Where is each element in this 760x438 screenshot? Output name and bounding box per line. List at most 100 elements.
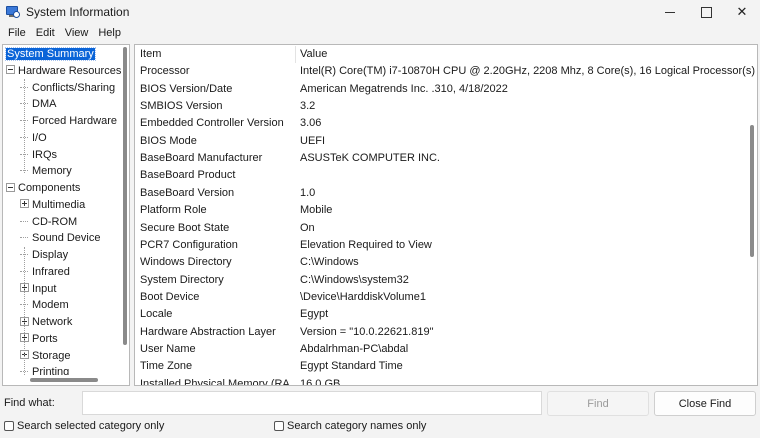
tree-item[interactable]: System Summary bbox=[5, 46, 96, 62]
tree-horizontal-scrollbar[interactable] bbox=[3, 375, 121, 385]
checkbox-box[interactable] bbox=[4, 421, 14, 431]
table-row[interactable]: Boot Device \Device\HarddiskVolume1 bbox=[135, 289, 745, 306]
close-find-button[interactable]: Close Find bbox=[654, 391, 756, 416]
row-item: SMBIOS Version bbox=[140, 100, 223, 113]
tree-connector bbox=[24, 79, 25, 173]
maximize-button[interactable] bbox=[688, 0, 724, 24]
system-info-icon bbox=[6, 5, 20, 19]
row-value: C:\Windows\system32 bbox=[300, 273, 409, 286]
tree-item[interactable]: Display bbox=[20, 247, 69, 263]
tree-item-label: Input bbox=[32, 282, 57, 295]
row-item: Time Zone bbox=[140, 360, 193, 373]
tree-item-label: Infrared bbox=[32, 265, 70, 278]
tree-item[interactable]: Ports bbox=[20, 331, 59, 347]
scrollbar-thumb[interactable] bbox=[123, 47, 127, 345]
table-row[interactable]: BIOS Mode UEFI bbox=[135, 133, 745, 150]
row-value: Intel(R) Core(TM) i7-10870H CPU @ 2.20GH… bbox=[300, 65, 755, 78]
table-row[interactable]: SMBIOS Version 3.2 bbox=[135, 98, 745, 115]
table-row[interactable]: Processor Intel(R) Core(TM) i7-10870H CPU… bbox=[135, 63, 755, 80]
table-row[interactable]: BIOS Version/Date American Megatrends Inc… bbox=[135, 81, 745, 98]
details-list[interactable]: Item Value Processor Intel(R) Core(TM) i7-1… bbox=[134, 44, 758, 386]
tree-item-label: CD-ROM bbox=[32, 215, 78, 228]
tree-item[interactable]: Memory bbox=[20, 163, 73, 179]
search-names-checkbox[interactable]: Search category names only bbox=[274, 420, 426, 432]
column-header-value: Value bbox=[300, 48, 328, 60]
scrollbar-thumb[interactable] bbox=[30, 378, 98, 382]
tree-item[interactable]: Modem bbox=[20, 297, 70, 313]
table-row[interactable]: Locale Egypt bbox=[135, 306, 745, 323]
table-row[interactable]: Time Zone Egypt Standard Time bbox=[135, 358, 745, 375]
find-input[interactable] bbox=[82, 391, 542, 415]
table-row[interactable]: Secure Boot State On bbox=[135, 220, 745, 237]
row-item: BIOS Version/Date bbox=[140, 82, 233, 95]
tree-vertical-scrollbar[interactable] bbox=[121, 45, 129, 375]
row-value: UEFI bbox=[300, 134, 326, 147]
tree-item[interactable]: Network bbox=[20, 314, 73, 330]
table-row[interactable]: System Directory C:\Windows\system32 bbox=[135, 272, 745, 289]
row-item: BIOS Mode bbox=[140, 134, 197, 147]
row-item: Windows Directory bbox=[140, 256, 232, 269]
tree-item-label: IRQs bbox=[32, 148, 58, 161]
tree-item[interactable]: Conflicts/Sharing bbox=[20, 80, 116, 96]
close-window-button[interactable]: ✕ bbox=[724, 0, 760, 24]
tree-item[interactable]: DMA bbox=[20, 96, 57, 112]
table-row[interactable]: Platform Role Mobile bbox=[135, 202, 745, 219]
collapse-icon[interactable] bbox=[6, 182, 15, 192]
table-row[interactable]: BaseBoard Manufacturer ASUSTeK COMPUTER I… bbox=[135, 150, 745, 167]
table-row[interactable]: BaseBoard Product bbox=[135, 167, 745, 184]
window-title: System Information bbox=[26, 5, 130, 19]
search-selected-checkbox[interactable]: Search selected category only bbox=[4, 420, 164, 432]
row-item: Embedded Controller Version bbox=[140, 117, 284, 130]
tree-connector bbox=[24, 247, 25, 385]
row-item: Processor bbox=[140, 65, 190, 78]
row-item: Installed Physical Memory (RA bbox=[140, 377, 290, 386]
tree-item-label: Memory bbox=[32, 165, 72, 178]
table-row[interactable]: Windows Directory C:\Windows bbox=[135, 254, 745, 271]
tree-item-label: I/O bbox=[32, 131, 47, 144]
table-row[interactable]: User Name Abdalrhman-PC\abdal bbox=[135, 341, 745, 358]
table-row[interactable]: PCR7 Configuration Elevation Required to … bbox=[135, 237, 745, 254]
menu-file[interactable]: File bbox=[3, 27, 31, 39]
table-row[interactable]: Embedded Controller Version 3.06 bbox=[135, 115, 745, 132]
tree-item[interactable]: Infrared bbox=[20, 264, 71, 280]
menu-view[interactable]: View bbox=[60, 27, 94, 39]
row-value: ASUSTeK COMPUTER INC. bbox=[300, 152, 440, 165]
tree-item[interactable]: CD-ROM bbox=[20, 214, 78, 230]
collapse-icon[interactable] bbox=[6, 65, 15, 75]
row-item: BaseBoard Manufacturer bbox=[140, 152, 263, 165]
menu-help[interactable]: Help bbox=[93, 27, 126, 39]
tree-item-label: Forced Hardware bbox=[32, 115, 117, 127]
minimize-button[interactable] bbox=[652, 0, 688, 24]
find-button[interactable]: Find bbox=[547, 391, 649, 416]
tree-item-label: Modem bbox=[32, 299, 69, 312]
tree-item[interactable]: IRQs bbox=[20, 147, 58, 163]
list-vertical-scrollbar[interactable] bbox=[747, 45, 757, 385]
menu-bar: File Edit View Help bbox=[0, 24, 760, 42]
tree-item-label: Network bbox=[32, 316, 73, 328]
tree-item[interactable]: Multimedia bbox=[20, 197, 86, 213]
category-tree[interactable]: System Summary Hardware Resources Conflict… bbox=[2, 44, 130, 386]
tree-item[interactable]: Input bbox=[20, 281, 57, 297]
tree-item-label: Components bbox=[18, 182, 81, 194]
checkbox-box[interactable] bbox=[274, 421, 284, 431]
table-row[interactable]: BaseBoard Version 1.0 bbox=[135, 185, 745, 202]
tree-item-label: Display bbox=[32, 249, 69, 261]
column-divider[interactable] bbox=[295, 46, 296, 63]
tree-item-label: System Summary bbox=[5, 47, 96, 61]
tree-item-label: Sound Device bbox=[32, 232, 101, 245]
tree-connector bbox=[20, 220, 28, 222]
scrollbar-thumb[interactable] bbox=[750, 125, 754, 257]
tree-item[interactable]: Sound Device bbox=[20, 230, 102, 246]
tree-item-label: Conflicts/Sharing bbox=[32, 81, 116, 94]
tree-item-label: Storage bbox=[32, 349, 71, 362]
tree-item[interactable]: Storage bbox=[20, 348, 72, 364]
tree-item[interactable]: Components bbox=[6, 180, 81, 196]
menu-edit[interactable]: Edit bbox=[31, 27, 60, 39]
row-item: Secure Boot State bbox=[140, 221, 230, 234]
expand-icon[interactable] bbox=[20, 199, 29, 209]
tree-item[interactable]: Hardware Resources bbox=[6, 63, 122, 79]
table-row[interactable]: Installed Physical Memory (RA 16.0 GB bbox=[135, 376, 745, 386]
row-item: User Name bbox=[140, 342, 196, 355]
table-row[interactable]: Hardware Abstraction Layer Version = "10.… bbox=[135, 324, 745, 341]
tree-item[interactable]: Forced Hardware bbox=[20, 113, 118, 129]
